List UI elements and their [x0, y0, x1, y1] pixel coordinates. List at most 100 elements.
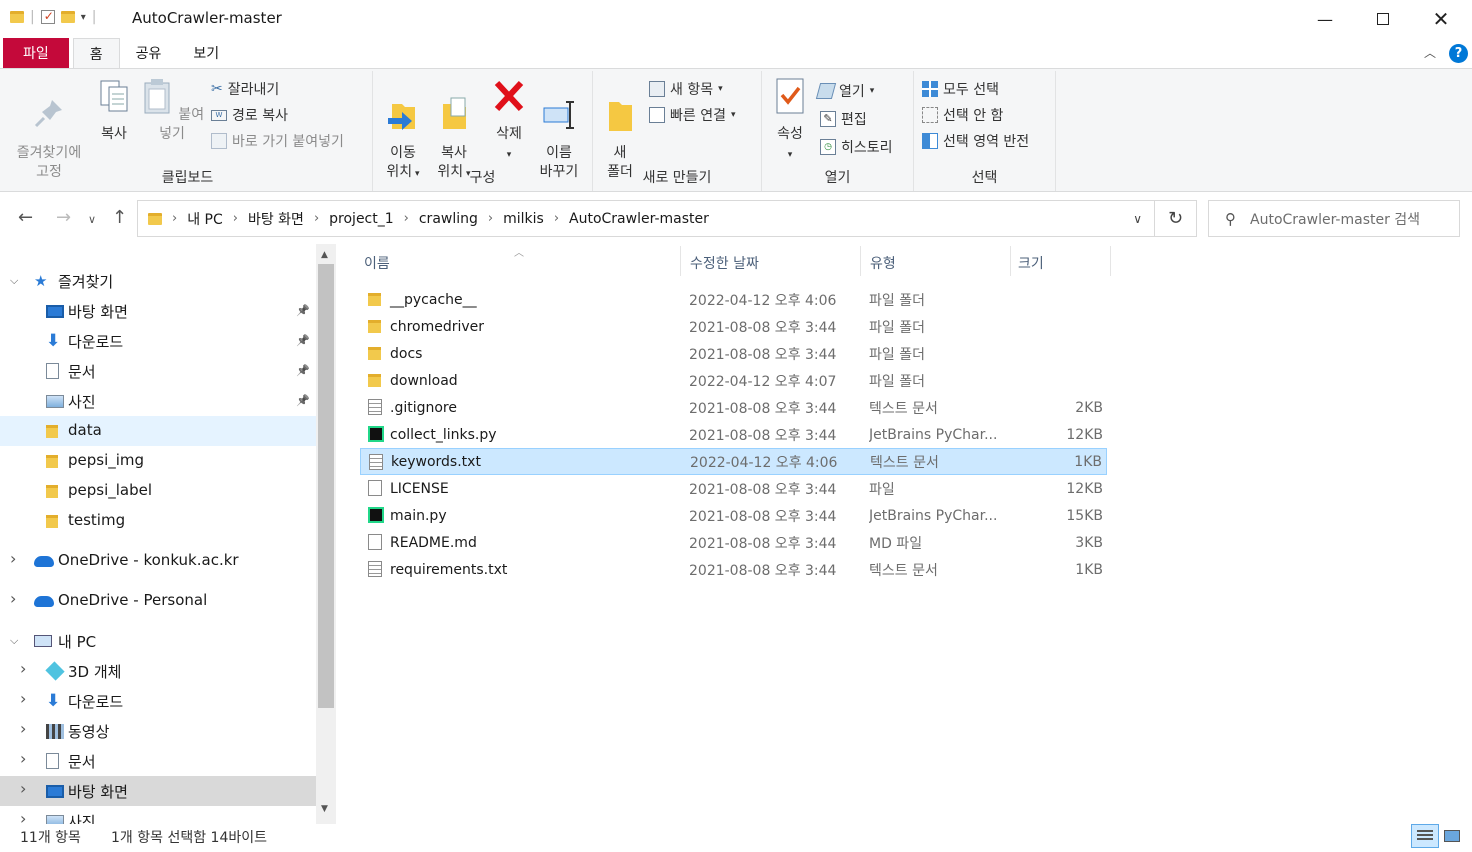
file-row[interactable]: .gitignore 2021-08-08 오후 3:44 텍스트 문서 2KB [360, 394, 1107, 421]
navigation-scrollbar[interactable]: ▲ ▼ [316, 244, 336, 824]
expand-chevron-icon[interactable]: › [20, 689, 26, 708]
address-dropdown-icon[interactable]: ∨ [1133, 212, 1142, 226]
new-folder-icon[interactable] [60, 11, 75, 23]
tab-file[interactable]: 파일 [3, 38, 69, 68]
nav-item[interactable]: ⌵ 내 PC [0, 626, 316, 656]
collapse-chevron-icon[interactable]: ⌵ [10, 634, 18, 648]
file-row[interactable]: chromedriver 2021-08-08 오후 3:44 파일 폴더 [360, 313, 1107, 340]
maximize-button[interactable] [1354, 0, 1412, 38]
column-header-type[interactable]: 유형 [870, 253, 896, 273]
file-row[interactable]: README.md 2021-08-08 오후 3:44 MD 파일 3KB [360, 529, 1107, 556]
invert-selection-button[interactable]: 선택 영역 반전 [922, 131, 1029, 151]
copy-path-button[interactable]: W 경로 복사 [211, 105, 288, 125]
copy-button[interactable]: 복사 [91, 77, 137, 144]
pin-icon[interactable]: 📌 [296, 364, 310, 377]
file-date: 2021-08-08 오후 3:44 [689, 346, 837, 363]
folder-icon [46, 515, 58, 528]
pin-icon[interactable]: 📌 [296, 394, 310, 407]
tab-view[interactable]: 보기 [177, 38, 235, 68]
expand-chevron-icon[interactable]: › [20, 809, 26, 824]
history-button[interactable]: ◷ 히스토리 [820, 137, 893, 157]
nav-item[interactable]: › OneDrive - konkuk.ac.kr [0, 546, 316, 576]
nav-item[interactable]: › 동영상 [0, 716, 316, 746]
expand-chevron-icon[interactable]: › [20, 659, 26, 678]
pin-icon[interactable]: 📌 [296, 304, 310, 317]
nav-item[interactable]: › ⬇ 다운로드 [0, 686, 316, 716]
scroll-down-icon[interactable]: ▼ [321, 804, 328, 814]
tab-share[interactable]: 공유 [120, 38, 178, 68]
expand-chevron-icon[interactable]: › [20, 749, 26, 768]
nav-item[interactable]: › OneDrive - Personal [0, 586, 316, 616]
breadcrumb-milkis[interactable]: milkis › [503, 211, 559, 227]
nav-item[interactable]: › 문서 [0, 746, 316, 776]
expand-chevron-icon[interactable]: › [20, 779, 26, 798]
back-button[interactable]: ← [18, 207, 33, 228]
paste-shortcut-button[interactable]: 바로 가기 붙여넣기 [211, 131, 344, 151]
file-row[interactable]: download 2022-04-12 오후 4:07 파일 폴더 [360, 367, 1107, 394]
breadcrumb-my-pc[interactable]: 내 PC › [187, 209, 238, 229]
breadcrumb-desktop[interactable]: 바탕 화면 › [248, 209, 319, 229]
open-button[interactable]: 열기 ▾ [815, 81, 874, 101]
file-row[interactable]: collect_links.py 2021-08-08 오후 3:44 JetBra… [360, 421, 1107, 448]
up-button[interactable]: ↑ [112, 207, 127, 228]
easy-access-button[interactable]: 빠른 연결 ▾ [649, 105, 736, 125]
tab-home[interactable]: 홈 [72, 38, 120, 68]
breadcrumb-autocrawler-master[interactable]: AutoCrawler-master [569, 211, 709, 227]
nav-item[interactable]: pepsi_img [0, 446, 316, 476]
scrollbar-thumb[interactable] [318, 264, 334, 708]
nav-item[interactable]: data [0, 416, 316, 446]
breadcrumb-crawling[interactable]: crawling › [419, 211, 493, 227]
download-icon: ⬇ [46, 331, 61, 351]
minimize-button[interactable]: — [1296, 0, 1354, 38]
cut-button[interactable]: ✂ 잘라내기 [211, 79, 279, 99]
pin-icon[interactable]: 📌 [296, 334, 310, 347]
details-view-button[interactable] [1411, 824, 1439, 848]
file-row[interactable]: requirements.txt 2021-08-08 오후 3:44 텍스트 문서… [360, 556, 1107, 583]
scroll-up-icon[interactable]: ▲ [321, 250, 328, 260]
new-item-button[interactable]: 새 항목 ▾ [649, 79, 723, 99]
nav-item[interactable]: › 바탕 화면 [0, 776, 316, 806]
expand-chevron-icon[interactable]: › [20, 719, 26, 738]
nav-item[interactable]: ⌵ ★ 즐겨찾기 [0, 266, 316, 296]
select-none-button[interactable]: 선택 안 함 [922, 105, 1003, 125]
file-row[interactable]: main.py 2021-08-08 오후 3:44 JetBrains PyCha… [360, 502, 1107, 529]
nav-item[interactable]: 바탕 화면 📌 [0, 296, 316, 326]
collapse-chevron-icon[interactable]: ⌵ [10, 274, 18, 288]
recent-locations-button[interactable]: ∨ [88, 213, 96, 226]
edit-button[interactable]: ✎ 편집 [820, 109, 867, 129]
refresh-button[interactable]: ↻ [1155, 200, 1197, 237]
nav-item[interactable]: 문서 📌 [0, 356, 316, 386]
large-icons-view-button[interactable] [1440, 824, 1468, 848]
properties-icon[interactable]: ✓ [40, 9, 55, 24]
breadcrumb-project-1[interactable]: project_1 › [329, 211, 409, 227]
search-box[interactable]: ⚲ AutoCrawler-master 검색 [1208, 200, 1460, 237]
file-date: 2021-08-08 오후 3:44 [689, 508, 837, 525]
paste-button[interactable]: 붙여넣기 [139, 77, 205, 144]
ribbon: 즐겨찾기에 고정 복사 붙여넣기 ✂ 잘라내기 W 경로 복사 바로 가기 붙여넣기… [0, 68, 1472, 192]
file-row[interactable]: __pycache__ 2022-04-12 오후 4:06 파일 폴더 [360, 286, 1107, 313]
expand-chevron-icon[interactable]: › [10, 589, 16, 608]
nav-item[interactable]: testimg [0, 506, 316, 536]
pycharm-icon [368, 426, 384, 442]
expand-chevron-icon[interactable]: › [10, 549, 16, 568]
close-button[interactable]: ✕ [1412, 0, 1470, 38]
file-row[interactable]: LICENSE 2021-08-08 오후 3:44 파일 12KB [360, 475, 1107, 502]
customize-toolbar-icon[interactable]: ▾ [81, 12, 86, 23]
delete-button[interactable]: 삭제 ▾ [485, 77, 533, 165]
column-header-size[interactable]: 크기 [1018, 253, 1044, 273]
properties-button[interactable]: 속성 ▾ [768, 77, 812, 165]
nav-item[interactable]: › 사진 [0, 806, 316, 824]
column-header-date[interactable]: 수정한 날짜 [690, 253, 759, 273]
nav-item[interactable]: 사진 📌 [0, 386, 316, 416]
forward-button[interactable]: → [56, 207, 71, 228]
file-row[interactable]: docs 2021-08-08 오후 3:44 파일 폴더 [360, 340, 1107, 367]
collapse-ribbon-icon[interactable]: ︿ [1424, 44, 1436, 61]
help-icon[interactable]: ? [1449, 44, 1468, 63]
nav-item[interactable]: ⬇ 다운로드 📌 [0, 326, 316, 356]
nav-item[interactable]: › 3D 개체 [0, 656, 316, 686]
address-bar[interactable]: › 내 PC › 바탕 화면 › project_1 › crawling › milk… [137, 200, 1155, 237]
select-all-button[interactable]: 모두 선택 [922, 79, 999, 99]
column-header-name[interactable]: 이름 [364, 253, 390, 273]
file-row[interactable]: keywords.txt 2022-04-12 오후 4:06 텍스트 문서 1KB [360, 448, 1107, 475]
nav-item[interactable]: pepsi_label [0, 476, 316, 506]
